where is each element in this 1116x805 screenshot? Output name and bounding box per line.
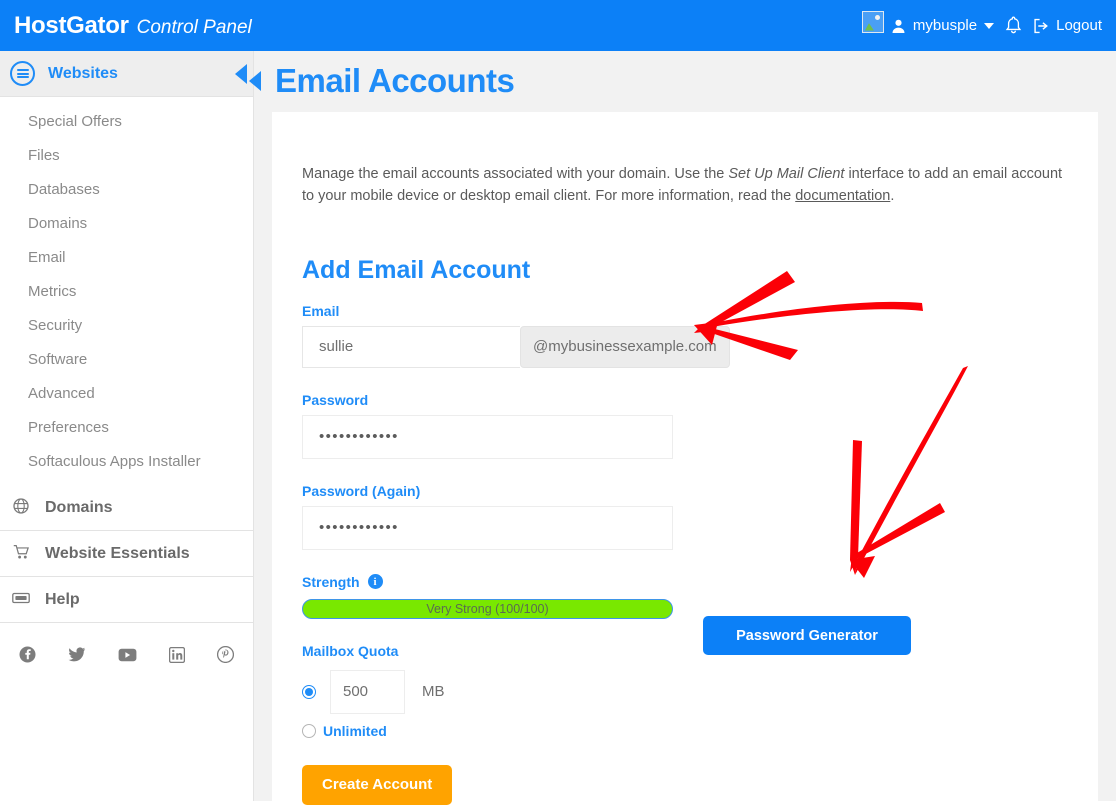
page-description: Manage the email accounts associated wit…	[302, 163, 1068, 207]
quota-fixed-row: MB	[302, 669, 1068, 714]
quota-unit-label: MB	[422, 683, 445, 700]
social-links	[0, 623, 253, 668]
sidebar-item-special-offers[interactable]: Special Offers	[0, 105, 253, 139]
brand-logo[interactable]: HostGator Control Panel	[0, 12, 252, 40]
content-card: Manage the email accounts associated wit…	[272, 112, 1098, 805]
top-header-bar: HostGator Control Panel mybusple Logout	[0, 0, 1116, 51]
sidebar-item-files[interactable]: Files	[0, 139, 253, 173]
sidebar-section-website-essentials-label: Website Essentials	[45, 544, 190, 562]
logout-icon	[1034, 18, 1049, 33]
ticket-icon	[10, 591, 32, 609]
sidebar-item-preferences[interactable]: Preferences	[0, 411, 253, 445]
back-arrow-icon[interactable]	[249, 71, 261, 91]
sidebar-section-domains[interactable]: Domains	[0, 485, 253, 531]
sidebar-item-metrics[interactable]: Metrics	[0, 275, 253, 309]
collapse-left-icon[interactable]	[235, 63, 247, 84]
person-icon	[892, 19, 905, 33]
mailbox-quota-label: Mailbox Quota	[302, 642, 399, 659]
facebook-icon[interactable]	[19, 646, 36, 668]
description-part1: Manage the email accounts associated wit…	[302, 165, 729, 182]
quota-unlimited-label: Unlimited	[323, 722, 387, 739]
linkedin-icon[interactable]	[168, 646, 186, 668]
broken-image-icon	[861, 10, 884, 33]
password-generator-button[interactable]: Password Generator	[703, 616, 911, 655]
sidebar-section-domains-label: Domains	[45, 498, 113, 516]
info-icon[interactable]: i	[367, 574, 383, 589]
sidebar-item-databases[interactable]: Databases	[0, 173, 253, 207]
sidebar-section-help-label: Help	[45, 590, 80, 608]
strength-label-row: Strength i	[302, 574, 1068, 590]
password-input[interactable]	[302, 414, 673, 459]
brand-subtitle: Control Panel	[136, 16, 252, 38]
quota-value-input[interactable]	[330, 669, 405, 714]
email-domain-addon: @mybusinessexample.com	[520, 325, 730, 368]
sidebar-item-softaculous[interactable]: Softaculous Apps Installer	[0, 445, 253, 479]
description-part3: .	[890, 187, 895, 204]
sidebar-item-email[interactable]: Email	[0, 241, 253, 275]
sidebar-section-help[interactable]: Help	[0, 577, 253, 623]
brand-name: HostGator	[14, 11, 129, 39]
sidebar-section-websites-label: Websites	[48, 64, 118, 82]
email-input[interactable]	[302, 325, 520, 368]
username-label: mybusple	[912, 17, 978, 34]
quota-fixed-radio[interactable]	[302, 684, 316, 699]
sidebar-websites-items: Special Offers Files Databases Domains E…	[0, 97, 253, 485]
email-input-group: @mybusinessexample.com	[302, 325, 730, 368]
logout-button[interactable]: Logout	[1033, 17, 1102, 34]
quota-unlimited-radio[interactable]	[302, 723, 316, 738]
quota-unlimited-row: Unlimited	[302, 723, 1068, 739]
create-account-button[interactable]: Create Account	[302, 764, 453, 805]
user-menu[interactable]: mybusple	[891, 17, 995, 34]
documentation-link[interactable]: documentation	[795, 188, 890, 204]
twitter-icon[interactable]	[68, 646, 86, 668]
sidebar-section-website-essentials[interactable]: Website Essentials	[0, 531, 253, 577]
sidebar-item-domains[interactable]: Domains	[0, 207, 253, 241]
sidebar-item-security[interactable]: Security	[0, 309, 253, 343]
sidebar: Websites Special Offers Files Databases …	[0, 51, 254, 801]
email-field-label: Email	[302, 302, 340, 319]
sidebar-item-software[interactable]: Software	[0, 343, 253, 377]
server-icon	[10, 61, 35, 86]
globe-icon	[10, 497, 32, 518]
password-strength-text: Very Strong (100/100)	[426, 601, 549, 616]
strength-label: Strength	[302, 573, 360, 590]
password-strength-bar: Very Strong (100/100)	[302, 598, 673, 619]
description-emphasis: Set Up Mail Client	[728, 165, 845, 182]
header-right-controls: mybusple Logout	[861, 10, 1116, 41]
youtube-icon[interactable]	[118, 648, 137, 667]
sidebar-item-advanced[interactable]: Advanced	[0, 377, 253, 411]
chevron-down-icon	[984, 22, 995, 29]
bell-icon[interactable]	[1005, 16, 1022, 35]
logout-label: Logout	[1056, 17, 1102, 34]
main-content: Email Accounts Manage the email accounts…	[249, 51, 1116, 805]
cart-icon	[10, 544, 32, 564]
password-again-field-label: Password (Again)	[302, 482, 421, 499]
password-again-input[interactable]	[302, 505, 673, 550]
pinterest-icon[interactable]	[216, 645, 235, 668]
add-email-account-heading: Add Email Account	[302, 255, 531, 284]
sidebar-section-websites[interactable]: Websites	[0, 51, 253, 97]
page-title: Email Accounts	[275, 62, 515, 99]
password-field-label: Password	[302, 391, 369, 408]
page-title-row: Email Accounts	[249, 51, 1116, 111]
